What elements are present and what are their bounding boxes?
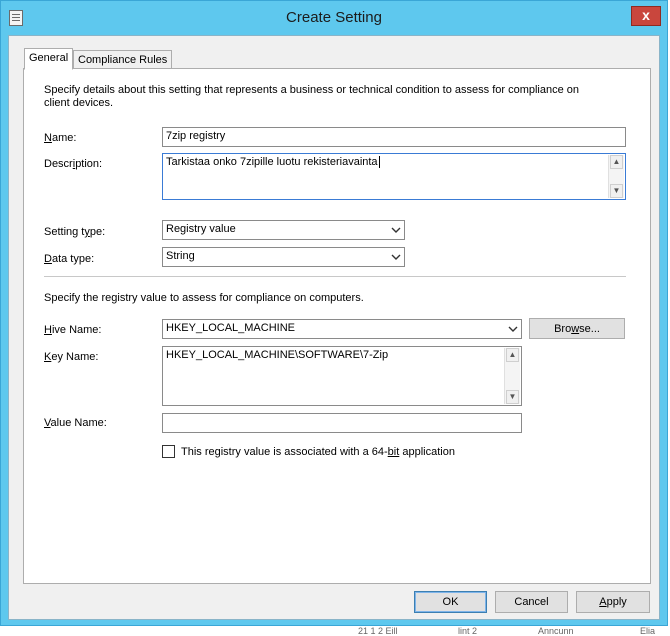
window-title: Create Setting xyxy=(286,9,382,26)
name-field-value: 7zip registry xyxy=(166,130,226,142)
tab-general[interactable]: General xyxy=(24,48,74,70)
chevron-down-icon xyxy=(391,254,401,260)
description-field[interactable]: Tarkistaa onko 7zipille luotu rekisteria… xyxy=(162,153,626,200)
apply-button[interactable]: Apply xyxy=(576,591,650,613)
hive-name-value: HKEY_LOCAL_MACHINE xyxy=(166,322,295,334)
registry-intro-text: Specify the registry value to assess for… xyxy=(44,292,364,304)
section-divider xyxy=(44,276,626,277)
tab-general-label: General xyxy=(29,52,69,64)
setting-intro-text: Specify details about this setting that … xyxy=(44,84,580,109)
background-text-fragment: lint 2 xyxy=(458,626,478,636)
key-name-value: HKEY_LOCAL_MACHINE\SOFTWARE\7-Zip xyxy=(166,349,389,361)
background-text-fragment: Elia xyxy=(640,626,656,636)
key-name-label: Key Name: xyxy=(44,351,99,363)
close-button[interactable]: x xyxy=(631,6,661,26)
text-caret xyxy=(378,156,380,169)
data-type-value: String xyxy=(166,250,195,262)
background-text-fragment: 21 1 2 Eill xyxy=(358,626,398,636)
description-scrollbar[interactable]: ▲ ▼ xyxy=(608,155,624,198)
hive-name-label: Hive Name: xyxy=(44,324,102,336)
scroll-down-arrow-icon[interactable]: ▼ xyxy=(610,184,623,198)
setting-type-value: Registry value xyxy=(166,223,236,235)
ok-button[interactable]: OK xyxy=(414,591,487,613)
description-label: Description: xyxy=(44,158,103,170)
64bit-checkbox[interactable] xyxy=(162,445,175,458)
scroll-up-arrow-icon[interactable]: ▲ xyxy=(506,348,519,362)
value-name-label: Value Name: xyxy=(44,417,107,429)
browse-button[interactable]: Browse... xyxy=(529,318,625,339)
name-label: Name: xyxy=(44,132,77,144)
create-setting-dialog: Create Setting x General Compliance Rule… xyxy=(0,0,668,626)
cancel-button[interactable]: Cancel xyxy=(495,591,568,613)
hive-name-select[interactable]: HKEY_LOCAL_MACHINE xyxy=(162,319,522,339)
close-icon: x xyxy=(642,7,650,23)
64bit-checkbox-label[interactable]: This registry value is associated with a… xyxy=(181,446,455,458)
setting-type-label: Setting type: xyxy=(44,226,106,238)
data-type-label: Data type: xyxy=(44,253,95,265)
tab-compliance-rules[interactable]: Compliance Rules xyxy=(73,50,173,70)
tab-compliance-rules-label: Compliance Rules xyxy=(78,54,168,66)
value-name-field[interactable] xyxy=(162,413,522,433)
chevron-down-icon xyxy=(508,326,518,332)
setting-type-select[interactable]: Registry value xyxy=(162,220,405,240)
scroll-up-arrow-icon[interactable]: ▲ xyxy=(610,155,623,169)
background-text-fragment: Anncunn xyxy=(538,626,574,636)
scroll-down-arrow-icon[interactable]: ▼ xyxy=(506,390,519,404)
general-tab-panel: Specify details about this setting that … xyxy=(23,68,651,584)
key-name-field[interactable]: HKEY_LOCAL_MACHINE\SOFTWARE\7-Zip ▲ ▼ xyxy=(162,346,522,406)
name-field[interactable]: 7zip registry xyxy=(162,127,626,147)
key-name-scrollbar[interactable]: ▲ ▼ xyxy=(504,348,520,404)
dialog-client-area: General Compliance Rules Specify details… xyxy=(8,35,660,620)
title-bar[interactable]: Create Setting x xyxy=(1,1,667,35)
description-field-value: Tarkistaa onko 7zipille luotu rekisteria… xyxy=(166,156,378,168)
chevron-down-icon xyxy=(391,227,401,233)
data-type-select[interactable]: String xyxy=(162,247,405,267)
